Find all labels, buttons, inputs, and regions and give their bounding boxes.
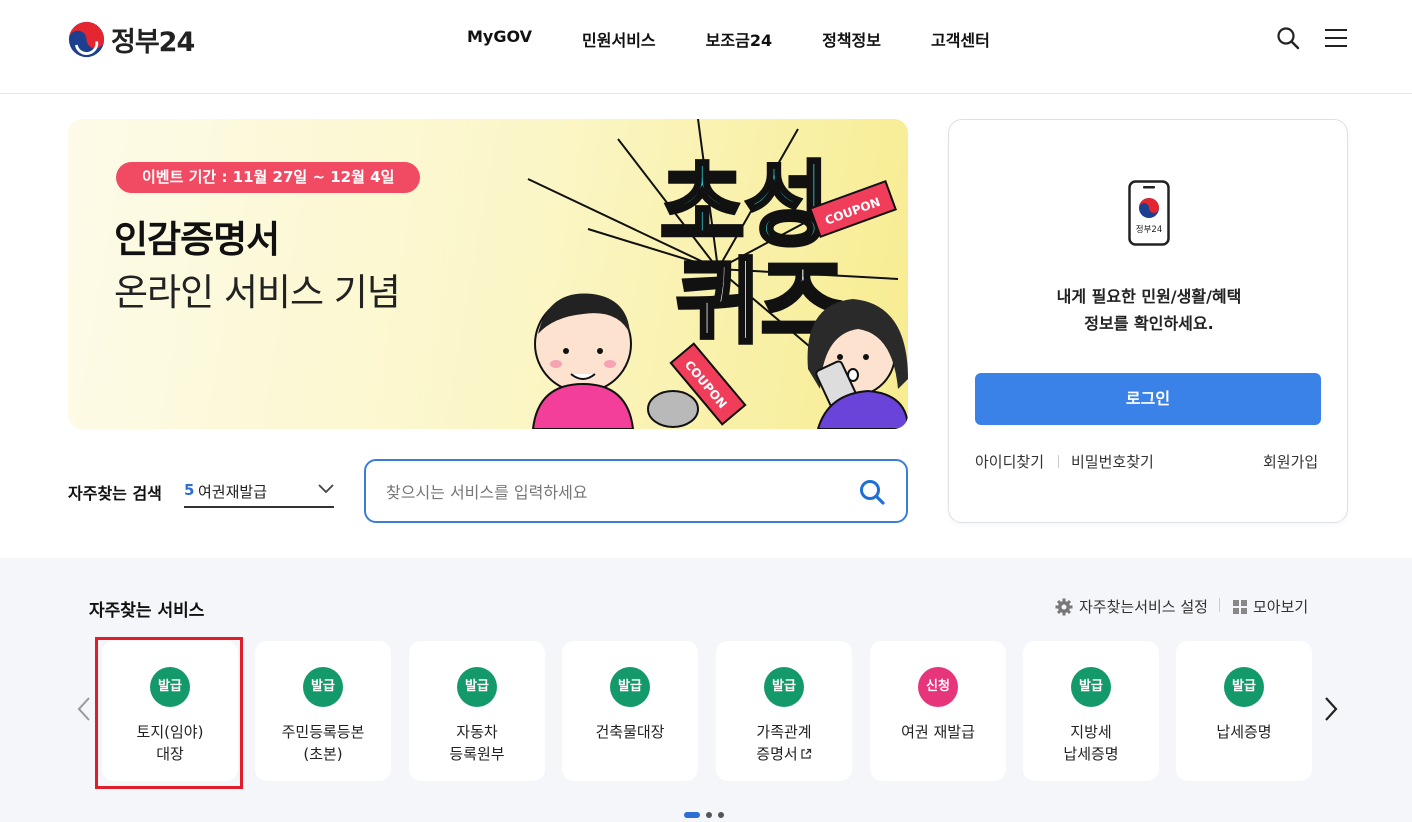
service-search-input[interactable]: [386, 477, 846, 507]
issue-badge: 발급: [1071, 667, 1111, 707]
service-label: 자동차 등록원부: [449, 723, 505, 763]
login-button[interactable]: 로그인: [975, 373, 1321, 425]
service-label: 토지(임야) 대장: [136, 723, 204, 763]
taegeuk-logo-icon: [68, 21, 105, 58]
carousel-next-icon[interactable]: [1323, 696, 1339, 722]
frequent-services-section: 자주찾는 서비스 자주찾는서비스 설정 모아보기 발급 토지(임야)대장 발급: [0, 558, 1412, 822]
service-card-vehicle-register[interactable]: 발급 자동차 등록원부: [409, 641, 545, 781]
service-card-building-register[interactable]: 발급 건축물대장: [562, 641, 698, 781]
search-submit-icon[interactable]: [858, 478, 886, 506]
external-link-icon: [801, 748, 811, 759]
issue-badge: 발급: [610, 667, 650, 707]
svg-text:정부24: 정부24: [1136, 224, 1162, 235]
main-nav: MyGOV 민원서비스 보조금24 정책정보 고객센터: [467, 27, 1040, 51]
services-settings-button[interactable]: 자주찾는서비스 설정: [1055, 596, 1208, 617]
chevron-down-icon: [318, 484, 334, 494]
nav-policy-info[interactable]: 정책정보: [822, 27, 881, 51]
view-all-label: 모아보기: [1253, 598, 1309, 616]
frequent-search-rank: 5: [184, 481, 195, 499]
nav-subsidy24[interactable]: 보조금24: [706, 27, 772, 51]
login-message-line1: 내게 필요한 민원/생활/혜택: [1056, 287, 1242, 306]
mobile-id-icon: 정부24: [1128, 180, 1170, 246]
nav-mygov[interactable]: MyGOV: [467, 27, 532, 51]
service-card-resident-register[interactable]: 발급 주민등록등본 (초본): [255, 641, 391, 781]
nav-civil-service[interactable]: 민원서비스: [582, 27, 656, 51]
login-panel: 정부24 내게 필요한 민원/생활/혜택 정보를 확인하세요. 로그인 아이디찾…: [948, 119, 1348, 523]
service-label: 납세증명: [1216, 723, 1272, 741]
logo-text: 정부24: [111, 27, 195, 58]
page-dot-2[interactable]: [706, 812, 712, 818]
issue-badge: 발급: [457, 667, 497, 707]
issue-badge: 발급: [150, 667, 190, 707]
service-label: 가족관계 증명서: [756, 723, 812, 763]
signup-link[interactable]: 회원가입: [1263, 451, 1318, 472]
service-label: 지방세 납세증명: [1063, 723, 1119, 763]
gear-icon: [1055, 598, 1073, 615]
find-id-link[interactable]: 아이디찾기: [975, 451, 1044, 472]
frequent-search-keyword: 여권재발급: [198, 483, 268, 501]
service-card-passport-reissue[interactable]: 신청 여권 재발급: [870, 641, 1006, 781]
banner-subtitle: 온라인 서비스 기념: [114, 271, 401, 314]
frequent-search-label: 자주찾는 검색: [68, 484, 162, 503]
logo[interactable]: 정부24: [68, 20, 195, 59]
service-label: 주민등록등본 (초본): [281, 723, 365, 763]
service-card-family-certificate[interactable]: 발급 가족관계 증명서: [716, 641, 852, 781]
event-banner[interactable]: 이벤트 기간 : 11월 27일 ~ 12월 4일 인감증명서 온라인 서비스 …: [68, 119, 908, 429]
service-card-land-register[interactable]: 발급 토지(임야) 대장: [102, 641, 238, 781]
issue-badge: 발급: [764, 667, 804, 707]
hamburger-menu-icon[interactable]: [1325, 28, 1347, 48]
service-card-tax-certificate[interactable]: 발급 납세증명: [1176, 641, 1312, 781]
search-icon[interactable]: [1276, 26, 1300, 50]
carousel-prev-icon[interactable]: [76, 696, 92, 722]
issue-badge: 발급: [303, 667, 343, 707]
service-card-local-tax[interactable]: 발급 지방세 납세증명: [1023, 641, 1159, 781]
svg-text:초성: 초성: [660, 152, 829, 259]
find-password-link[interactable]: 비밀번호찾기: [1071, 451, 1154, 472]
services-title: 자주찾는 서비스: [89, 601, 205, 621]
site-header: 정부24 MyGOV 민원서비스 보조금24 정책정보 고객센터: [0, 0, 1412, 94]
services-settings-label: 자주찾는서비스 설정: [1079, 598, 1208, 616]
issue-badge: 발급: [1224, 667, 1264, 707]
apply-badge: 신청: [918, 667, 958, 707]
quiz-illustration: 초성 퀴즈 COUPON COUPON: [527, 119, 908, 429]
frequent-search-dropdown[interactable]: 5 여권재발급: [184, 472, 334, 508]
carousel-pagination: [684, 812, 724, 818]
page-dot-3[interactable]: [718, 812, 724, 818]
view-all-button[interactable]: 모아보기: [1233, 596, 1308, 617]
grid-icon: [1233, 599, 1247, 614]
page-dot-1[interactable]: [684, 812, 700, 818]
service-label: 건축물대장: [595, 723, 665, 741]
event-period-badge: 이벤트 기간 : 11월 27일 ~ 12월 4일: [116, 162, 421, 193]
link-divider: [1058, 455, 1059, 468]
service-label: 여권 재발급: [901, 723, 975, 741]
nav-customer-center[interactable]: 고객센터: [931, 27, 990, 51]
banner-title: 인감증명서: [114, 218, 280, 261]
login-message-line2: 정보를 확인하세요.: [1084, 314, 1214, 333]
divider: [1219, 598, 1220, 612]
service-search-box: [364, 459, 908, 523]
